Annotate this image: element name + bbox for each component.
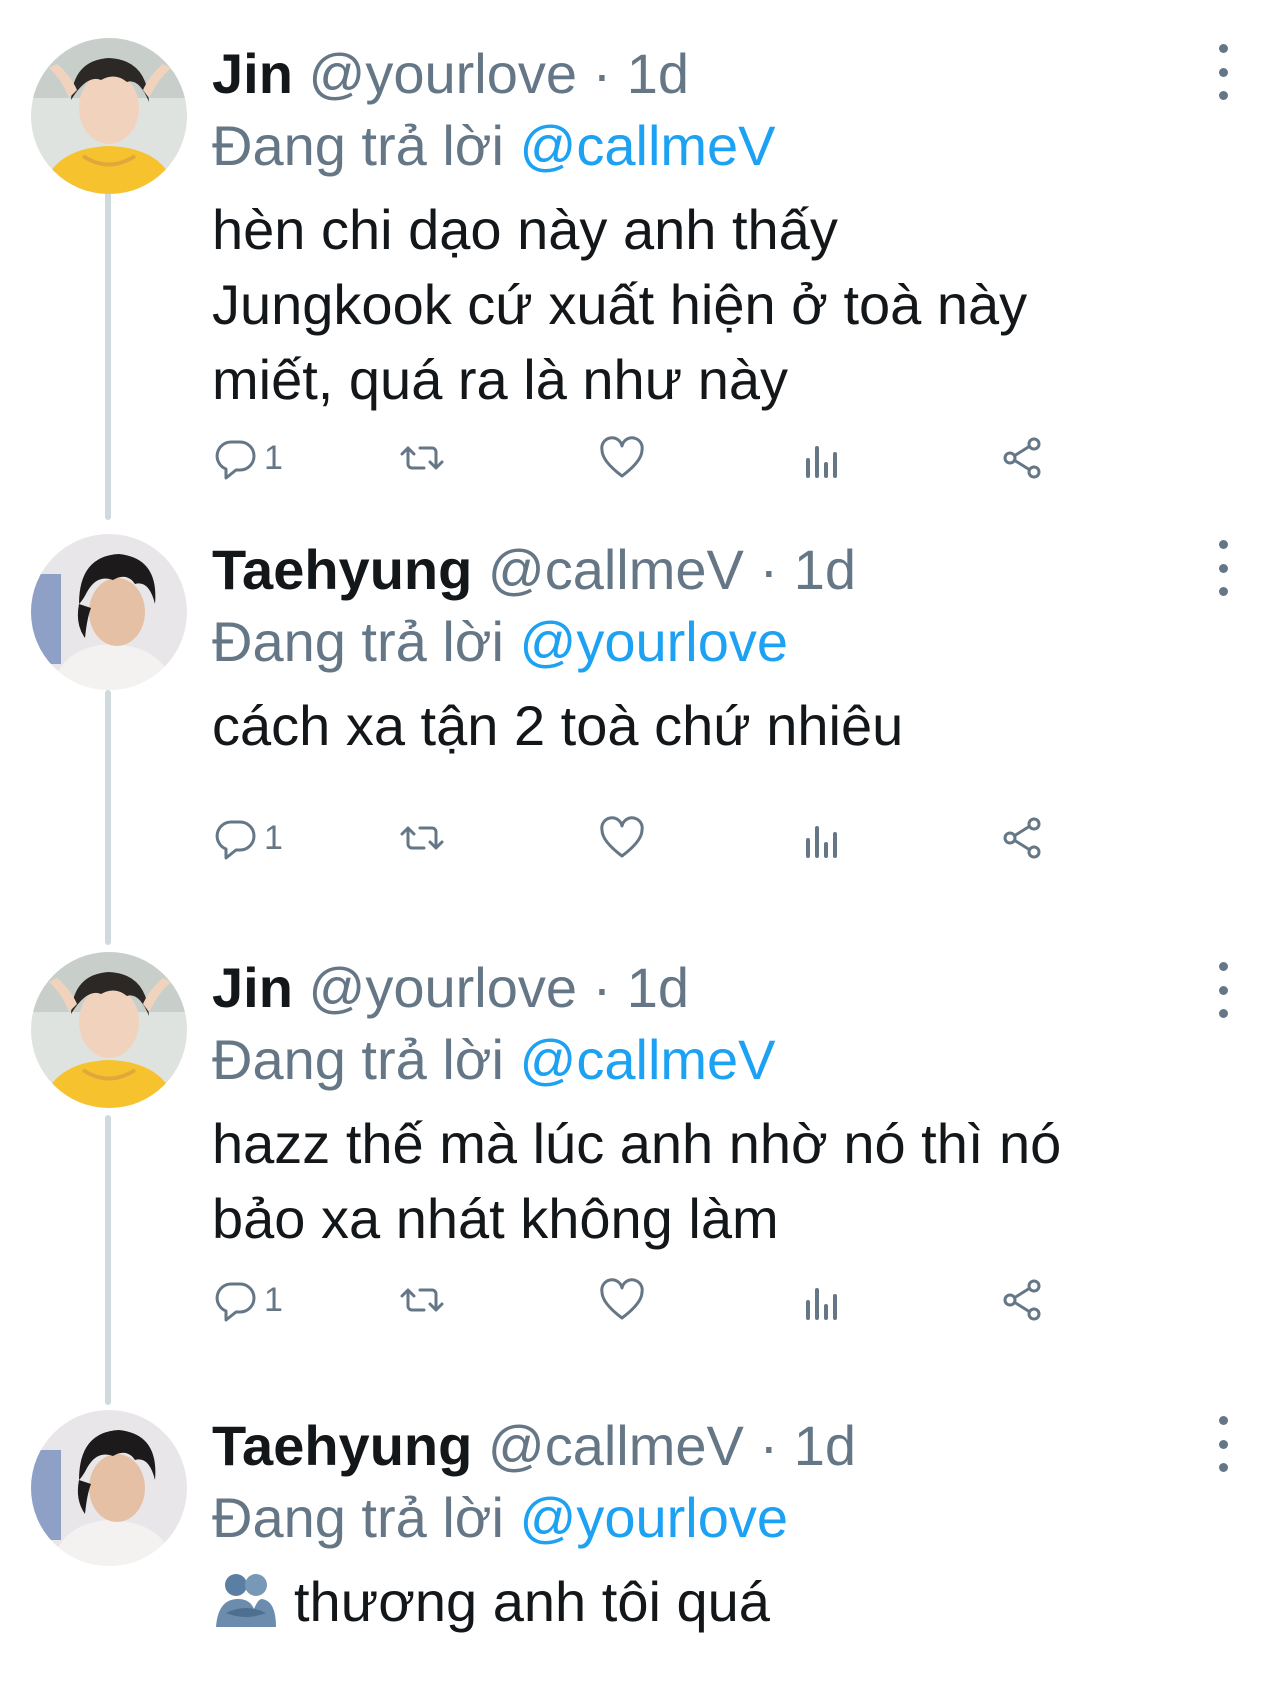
tweet[interactable]: Taehyung @callmeV · 1d Đang trả lời @you…: [0, 534, 1283, 920]
reply-count: 1: [264, 1280, 283, 1319]
heart-icon: [600, 436, 644, 478]
comment-icon: [215, 440, 256, 480]
action-bar: 1: [212, 808, 1152, 868]
analytics-icon: [806, 1288, 837, 1320]
separator-dot: ·: [592, 42, 612, 105]
tweet[interactable]: Jin @yourlove · 1d Đang trả lời @callmeV…: [0, 920, 1283, 1380]
replying-to: Đang trả lời @yourlove: [212, 1482, 1213, 1554]
like-button[interactable]: [598, 1270, 646, 1330]
share-button[interactable]: [998, 428, 1046, 488]
reply-button[interactable]: 1: [212, 808, 283, 868]
retweet-icon: [400, 446, 444, 470]
retweet-button[interactable]: [398, 808, 446, 868]
tweet-text-line: hèn chi dạo này anh thấy: [212, 198, 838, 261]
comment-icon: [215, 1282, 256, 1322]
display-name[interactable]: Taehyung: [212, 1414, 472, 1477]
avatar-image: [31, 38, 187, 194]
like-button[interactable]: [598, 808, 646, 868]
replying-to-label: Đang trả lời: [212, 610, 504, 673]
more-vertical-icon[interactable]: [1211, 1416, 1235, 1472]
display-name[interactable]: Jin: [212, 956, 293, 1019]
avatar[interactable]: [31, 38, 187, 194]
reply-button[interactable]: 1: [212, 1270, 283, 1330]
tweet-text-line: cách xa tận 2 toà chứ nhiêu: [212, 694, 904, 757]
heart-icon: [600, 816, 644, 858]
tweet-header: Taehyung @callmeV · 1d: [212, 1410, 1213, 1482]
tweet-text-line: hazz thế mà lúc anh nhờ nó thì nó: [212, 1112, 1062, 1175]
mention-link[interactable]: @yourlove: [520, 610, 789, 673]
avatar[interactable]: [31, 534, 187, 690]
action-bar: 1: [212, 428, 1152, 488]
user-handle[interactable]: @callmeV: [488, 1414, 744, 1477]
tweet-text-line: Jungkook cứ xuất hiện ở toà này: [212, 273, 1028, 336]
replying-to-label: Đang trả lời: [212, 114, 504, 177]
tweet-text-line: miết, quá ra là như này: [212, 348, 789, 411]
tweet-text-line-content: thương anh tôi quá: [294, 1570, 770, 1633]
tweet-text: thương anh tôi quá: [212, 1564, 1213, 1639]
replying-to-label: Đang trả lời: [212, 1028, 504, 1091]
share-icon: [1003, 1279, 1041, 1321]
tweet-header: Taehyung @callmeV · 1d: [212, 534, 1213, 606]
share-icon: [1003, 437, 1041, 479]
more-vertical-icon[interactable]: [1211, 44, 1235, 100]
analytics-icon: [806, 446, 837, 478]
timestamp[interactable]: 1d: [794, 538, 856, 601]
replying-to: Đang trả lời @yourlove: [212, 606, 1213, 678]
share-icon: [1003, 817, 1041, 859]
views-button[interactable]: [798, 428, 846, 488]
timestamp[interactable]: 1d: [627, 42, 689, 105]
heart-icon: [600, 1278, 644, 1320]
retweet-button[interactable]: [398, 428, 446, 488]
avatar-image: [31, 534, 187, 690]
mention-link[interactable]: @callmeV: [520, 114, 776, 177]
tweet-text: hazz thế mà lúc anh nhờ nó thì nó bảo xa…: [212, 1106, 1213, 1256]
tweet-text: hèn chi dạo này anh thấy Jungkook cứ xuấ…: [212, 192, 1213, 417]
retweet-button[interactable]: [398, 1270, 446, 1330]
like-button[interactable]: [598, 428, 646, 488]
share-button[interactable]: [998, 808, 1046, 868]
replying-to: Đang trả lời @callmeV: [212, 110, 1213, 182]
mention-link[interactable]: @yourlove: [520, 1486, 789, 1549]
replying-to: Đang trả lời @callmeV: [212, 1024, 1213, 1096]
views-button[interactable]: [798, 808, 846, 868]
retweet-icon: [400, 1288, 444, 1312]
tweet-text-line: bảo xa nhát không làm: [212, 1187, 779, 1250]
retweet-icon: [400, 826, 444, 850]
avatar[interactable]: [31, 952, 187, 1108]
display-name[interactable]: Taehyung: [212, 538, 472, 601]
views-button[interactable]: [798, 1270, 846, 1330]
tweet-text-line: thương anh tôi quá: [212, 1564, 1213, 1639]
tweet-header: Jin @yourlove · 1d: [212, 952, 1213, 1024]
separator-dot: ·: [592, 956, 612, 1019]
tweet[interactable]: Jin @yourlove · 1d Đang trả lời @callmeV…: [0, 0, 1283, 540]
user-handle[interactable]: @yourlove: [308, 42, 577, 105]
reply-button[interactable]: 1: [212, 428, 283, 488]
separator-dot: ·: [759, 1414, 779, 1477]
action-bar: 1: [212, 1270, 1152, 1330]
avatar-image: [31, 952, 187, 1108]
comment-icon: [215, 820, 256, 860]
replying-to-label: Đang trả lời: [212, 1486, 504, 1549]
share-button[interactable]: [998, 1270, 1046, 1330]
avatar-image: [31, 1410, 187, 1566]
timestamp[interactable]: 1d: [794, 1414, 856, 1477]
user-handle[interactable]: @yourlove: [308, 956, 577, 1019]
separator-dot: ·: [759, 538, 779, 601]
more-vertical-icon[interactable]: [1211, 540, 1235, 596]
reply-count: 1: [264, 438, 283, 477]
more-vertical-icon[interactable]: [1211, 962, 1235, 1018]
tweet-header: Jin @yourlove · 1d: [212, 38, 1213, 110]
tweet[interactable]: Taehyung @callmeV · 1d Đang trả lời @you…: [0, 1380, 1283, 1689]
timestamp[interactable]: 1d: [627, 956, 689, 1019]
user-handle[interactable]: @callmeV: [488, 538, 744, 601]
display-name[interactable]: Jin: [212, 42, 293, 105]
tweet-text: cách xa tận 2 toà chứ nhiêu: [212, 688, 1213, 763]
analytics-icon: [806, 826, 837, 858]
reply-count: 1: [264, 818, 283, 857]
people-hugging-emoji: [216, 1574, 276, 1627]
avatar[interactable]: [31, 1410, 187, 1566]
mention-link[interactable]: @callmeV: [520, 1028, 776, 1091]
